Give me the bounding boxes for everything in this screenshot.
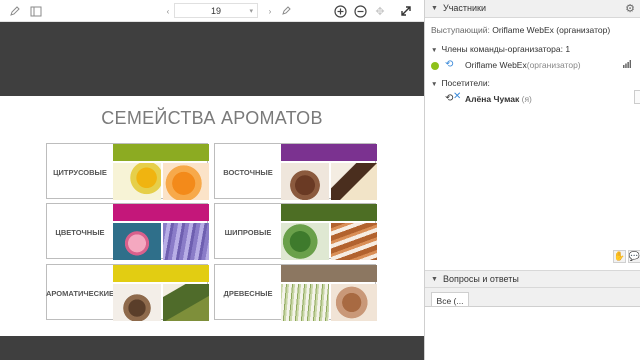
presentation-slide: СЕМЕЙСТВА АРОМАТОВ ЦИТРУСОВЫЕ ВОСТОЧНЫЕ … xyxy=(0,96,424,336)
family-name: ВОСТОЧНЫЕ xyxy=(223,167,273,177)
expand-triangle-icon[interactable]: ▼ xyxy=(431,81,437,88)
gear-icon[interactable]: ⚙ xyxy=(625,2,635,15)
next-page-icon[interactable]: › xyxy=(262,3,278,19)
expand-icon[interactable] xyxy=(398,3,414,19)
family-name: АРОМАТИЧЕСКИЕ xyxy=(45,288,115,298)
raise-hand-icon[interactable]: ✋ xyxy=(613,250,626,263)
family-color-bar xyxy=(113,144,209,161)
chevron-down-icon[interactable]: ▾ xyxy=(249,7,253,15)
cloves-photo xyxy=(281,163,329,200)
collapse-triangle-icon[interactable]: ▼ xyxy=(431,276,438,283)
herbs-photo xyxy=(163,284,209,321)
annotate-icon[interactable] xyxy=(278,3,294,19)
lotus-photo xyxy=(113,223,161,260)
status-online-icon xyxy=(431,62,439,70)
panel-actions: ✋ 💬 xyxy=(425,250,640,266)
participant-name: Алёна Чумак (я) xyxy=(465,94,532,104)
presenter-label: Выступающий: xyxy=(431,25,490,35)
page-number-value: 19 xyxy=(210,5,221,16)
team-section[interactable]: ▼ Члены команды-организатора: 1 xyxy=(431,44,570,54)
panel-edge-handle[interactable] xyxy=(634,90,640,104)
cinnamon-photo xyxy=(331,223,377,260)
participant-name: Oriflame WebEx(организатор) xyxy=(465,60,581,70)
citrus-photo xyxy=(113,163,161,200)
zoom-in-icon[interactable] xyxy=(332,3,348,19)
family-color-bar xyxy=(113,204,209,221)
family-name: ЦВЕТОЧНЫЕ xyxy=(55,227,105,237)
participant-row-host[interactable]: ⟲ Oriflame WebEx(организатор) xyxy=(431,59,635,73)
qa-title: Вопросы и ответы xyxy=(443,274,519,284)
qa-content xyxy=(425,306,640,360)
collapse-triangle-icon[interactable]: ▼ xyxy=(431,5,438,12)
signal-bars-icon xyxy=(623,60,631,70)
family-color-bar xyxy=(281,204,377,221)
family-name: ДРЕВЕСНЫЕ xyxy=(223,288,273,298)
viewer-toolbar: ‹ 19 ▾ › ✥ xyxy=(0,0,424,22)
webex-window: ‹ 19 ▾ › ✥ СЕМЕЙСТВА АРОМАТОВ ЦИТРУСОВЫЕ… xyxy=(0,0,640,360)
sync-icon: ⟲ xyxy=(445,59,454,70)
orange-photo xyxy=(163,163,209,200)
pencil-icon[interactable] xyxy=(6,3,22,19)
family-card-chypre: ШИПРОВЫЕ xyxy=(214,203,377,260)
slide-letterbox-top xyxy=(0,22,424,96)
wood-chips-photo xyxy=(331,284,377,321)
presenter-name: Oriflame WebEx (организатор) xyxy=(492,25,611,35)
chat-icon[interactable]: 💬 xyxy=(628,250,640,263)
family-name: ШИПРОВЫЕ xyxy=(224,227,272,237)
family-color-bar xyxy=(281,144,377,161)
expand-triangle-icon[interactable]: ▼ xyxy=(431,47,437,54)
family-card-woody: ДРЕВЕСНЫЕ xyxy=(214,264,377,321)
slide-letterbox-bottom xyxy=(0,336,424,360)
disconnected-icon: ✕ xyxy=(453,91,462,102)
participants-title: Участники xyxy=(443,3,486,13)
family-card-aromatic: АРОМАТИЧЕСКИЕ xyxy=(45,264,209,321)
page-number-field[interactable]: 19 ▾ xyxy=(174,3,258,18)
participant-row-visitor[interactable]: ⟲ ✕ Алёна Чумак (я) xyxy=(431,91,635,107)
participants-panel: ▼ Участники ⚙ Выступающий: Oriflame WebE… xyxy=(424,0,640,360)
move-icon[interactable]: ✥ xyxy=(372,3,388,19)
qa-header[interactable]: ▼ Вопросы и ответы xyxy=(425,270,640,288)
slide-title: СЕМЕЙСТВА АРОМАТОВ xyxy=(101,108,323,128)
spices-photo xyxy=(113,284,161,321)
visitors-section-label: Посетители: xyxy=(441,78,490,88)
vanilla-photo xyxy=(331,163,377,200)
participants-header[interactable]: ▼ Участники ⚙ xyxy=(425,0,640,18)
visitors-section[interactable]: ▼ Посетители: xyxy=(431,78,490,88)
zoom-out-icon[interactable] xyxy=(352,3,368,19)
family-card-oriental: ВОСТОЧНЫЕ xyxy=(214,143,377,200)
panel-icon[interactable] xyxy=(28,3,44,19)
grass-photo xyxy=(281,284,329,321)
family-name: ЦИТРУСОВЫЕ xyxy=(53,167,107,177)
presentation-area: ‹ 19 ▾ › ✥ СЕМЕЙСТВА АРОМАТОВ ЦИТРУСОВЫЕ… xyxy=(0,0,424,360)
team-section-label: Члены команды-организатора: 1 xyxy=(441,44,571,54)
presenter-line: Выступающий: Oriflame WebEx (организатор… xyxy=(431,25,610,35)
family-card-citrus: ЦИТРУСОВЫЕ xyxy=(46,143,209,200)
family-color-bar xyxy=(113,265,209,282)
family-color-bar xyxy=(281,265,377,282)
leaves-photo xyxy=(281,223,329,260)
lavender-photo xyxy=(163,223,209,260)
family-card-floral: ЦВЕТОЧНЫЕ xyxy=(46,203,209,260)
